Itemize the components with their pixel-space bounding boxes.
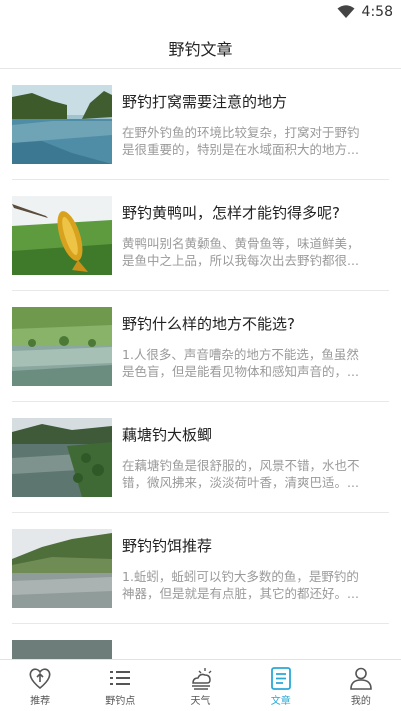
article-item[interactable]: 野钓打窝需要注意的地方 在野外钓鱼的环境比较复杂，打窝对于野钓 是很重要的，特别…: [12, 69, 389, 180]
article-item[interactable]: 野钓什么样的地方不能选? 1.人很多、声音嘈杂的地方不能选，鱼虽然 是色盲，但是…: [12, 291, 389, 402]
heart-arrow-icon: [29, 668, 51, 690]
status-time: 4:58: [361, 4, 393, 20]
article-thumbnail: [12, 529, 112, 608]
article-summary: 黄鸭叫别名黄颡鱼、黄骨鱼等，味道鲜美， 是鱼中之上品，所以我每次出去野钓都很..…: [122, 236, 360, 268]
article-title: 野钓钓饵推荐: [122, 537, 213, 555]
tab-articles[interactable]: 文章: [241, 660, 321, 711]
tab-profile[interactable]: 我的: [321, 660, 401, 711]
article-thumbnail: [12, 196, 112, 275]
status-bar: 4:58: [0, 0, 401, 26]
article-summary: 在藕塘钓鱼是很舒服的，风景不错，水也不 错，微风拂来，淡淡荷叶香，清爽巴适。..…: [122, 458, 360, 490]
article-title: 野钓黄鸭叫，怎样才能钓得多呢?: [122, 204, 340, 222]
bottom-tab-bar: 推荐 野钓点 天气 文章 我的: [0, 659, 401, 711]
article-thumbnail: [12, 418, 112, 497]
tab-label: 推荐: [30, 696, 51, 707]
article-list[interactable]: 野钓打窝需要注意的地方 在野外钓鱼的环境比较复杂，打窝对于野钓 是很重要的，特别…: [0, 69, 401, 659]
article-summary: 在野外钓鱼的环境比较复杂，打窝对于野钓 是很重要的，特别是在水域面积大的地方..…: [122, 125, 360, 157]
wifi-icon: [337, 5, 355, 18]
tab-label: 文章: [270, 696, 291, 707]
weather-icon: [191, 668, 211, 690]
article-thumbnail: [12, 85, 112, 164]
list-icon: [110, 671, 131, 685]
article-title: 野钓打窝需要注意的地方: [122, 93, 288, 111]
page-title: 野钓文章: [168, 40, 233, 59]
article-item[interactable]: 野钓黄鸭叫，怎样才能钓得多呢? 黄鸭叫别名黄颡鱼、黄骨鱼等，味道鲜美， 是鱼中之…: [12, 180, 389, 291]
tab-weather[interactable]: 天气: [160, 660, 240, 711]
article-summary: 1.蚯蚓，蚯蚓可以钓大多数的鱼，是野钓的 神器，但是就是有点脏，其它的都还好。.…: [122, 569, 359, 601]
article-thumbnail: [12, 640, 112, 659]
tab-fishing-spots[interactable]: 野钓点: [80, 660, 160, 711]
tab-recommend[interactable]: 推荐: [0, 660, 80, 711]
tab-label: 野钓点: [105, 696, 136, 707]
article-title: 野钓什么样的地方不能选?: [122, 315, 295, 333]
tab-label: 我的: [350, 696, 371, 707]
user-icon: [350, 667, 372, 690]
article-item[interactable]: 野钓钓饵推荐 1.蚯蚓，蚯蚓可以钓大多数的鱼，是野钓的 神器，但是就是有点脏，其…: [12, 513, 389, 624]
header: 野钓文章: [0, 26, 401, 69]
article-title: 藕塘钓大板鲫: [122, 426, 213, 444]
article-item[interactable]: 藕塘钓大板鲫 在藕塘钓鱼是很舒服的，风景不错，水也不 错，微风拂来，淡淡荷叶香，…: [12, 402, 389, 513]
article-summary: 1.人很多、声音嘈杂的地方不能选，鱼虽然 是色盲，但是能看见物体和感知声音的，.…: [122, 347, 359, 379]
article-item[interactable]: [12, 624, 389, 659]
tab-label: 天气: [190, 696, 211, 707]
article-icon: [270, 667, 291, 690]
article-thumbnail: [12, 307, 112, 386]
